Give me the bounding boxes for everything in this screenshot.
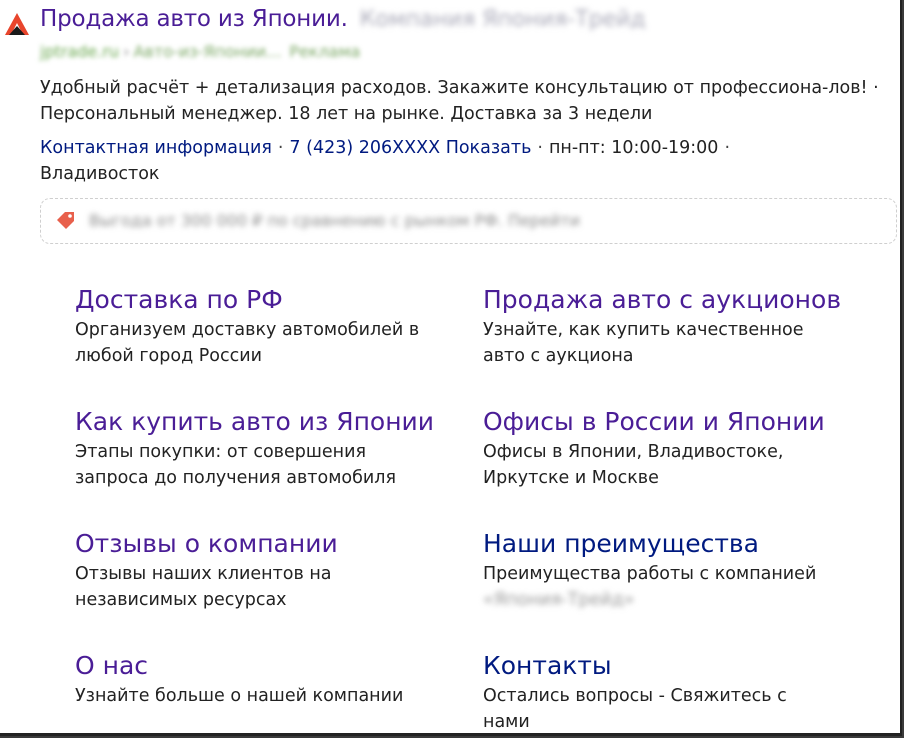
sitelink-desc: Офисы в Японии, Владивостоке, Иркутске и…: [483, 442, 784, 488]
ad-contacts: Контактная информация · 7 (423) 206XXXX По…: [40, 135, 895, 187]
sitelink-title[interactable]: Продажа авто с аукционов: [483, 285, 883, 315]
city-label: Владивосток: [40, 164, 160, 184]
sitelink-how-to-buy: Как купить авто из Японии Этапы покупки:…: [75, 407, 475, 491]
ad-title-row: Продажа авто из Японии. Компания Япония-Т…: [40, 6, 646, 32]
url-separator: ›: [123, 42, 130, 61]
sitelink-offices: Офисы в России и Японии Офисы в Японии, …: [483, 407, 883, 491]
separator-dot: ·: [277, 138, 284, 158]
sitelink-desc: Преимущества работы с компанией «Япония-…: [483, 561, 883, 613]
separator-dot: ·: [724, 138, 731, 158]
ad-label: Реклама: [289, 42, 361, 61]
sitelink-title[interactable]: Как купить авто из Японии: [75, 407, 475, 437]
sitelink-desc: Этапы покупки: от совершения запроса до …: [75, 442, 396, 488]
ad-title-link[interactable]: Продажа авто из Японии.: [40, 6, 348, 32]
ad-title-company-blurred: Компания Япония-Трейд: [359, 7, 646, 32]
sitelink-desc: Организуем доставку автомобилей в любой …: [75, 320, 420, 366]
sitelink-desc: Отзывы наших клиентов на независимых рес…: [75, 564, 332, 610]
sitelink-title[interactable]: Офисы в России и Японии: [483, 407, 883, 437]
promo-banner[interactable]: Выгода от 300 000 ₽ по сравнению с рынко…: [40, 198, 897, 244]
show-phone-button[interactable]: Показать: [446, 138, 532, 158]
separator-dot: ·: [537, 138, 543, 158]
sitelink-desc-text: Преимущества работы с компанией: [483, 564, 817, 584]
working-hours: пн-пт: 10:00-19:00: [548, 138, 719, 158]
sitelink-desc: Узнайте, как купить качественное авто с …: [483, 320, 804, 366]
sitelink-delivery: Доставка по РФ Организуем доставку автом…: [75, 285, 475, 369]
ad-url-row[interactable]: jptrade.ru › Авто-из-Японии... Реклама: [40, 42, 360, 61]
sitelink-about: О нас Узнайте больше о нашей компании: [75, 651, 475, 709]
phone-link[interactable]: 7 (423) 206XXXX: [289, 138, 440, 158]
sitelink-title[interactable]: Отзывы о компании: [75, 529, 475, 559]
sitelink-title[interactable]: О нас: [75, 651, 475, 681]
sitelink-reviews: Отзывы о компании Отзывы наших клиентов …: [75, 529, 475, 613]
sitelink-desc: Узнайте больше о нашей компании: [75, 686, 404, 706]
company-logo-icon: [5, 13, 29, 35]
sitelink-title[interactable]: Наши преимущества: [483, 529, 883, 559]
sitelink-title[interactable]: Контакты: [483, 651, 883, 681]
ad-url-path[interactable]: Авто-из-Японии...: [133, 42, 281, 61]
sitelink-auctions: Продажа авто с аукционов Узнайте, как ку…: [483, 285, 883, 369]
sitelink-title[interactable]: Доставка по РФ: [75, 285, 475, 315]
ad-url-domain[interactable]: jptrade.ru: [40, 42, 119, 61]
ad-description: Удобный расчёт + детализация расходов. З…: [40, 78, 879, 124]
promo-text: Выгода от 300 000 ₽ по сравнению с рынко…: [89, 211, 581, 230]
sitelink-desc: Остались вопросы - Свяжитесь с нами: [483, 686, 787, 732]
price-tag-icon: [57, 212, 74, 229]
search-ad-card: Продажа авто из Японии. Компания Япония-Т…: [0, 0, 902, 736]
sitelink-advantages: Наши преимущества Преимущества работы с …: [483, 529, 883, 613]
contact-info-link[interactable]: Контактная информация: [40, 138, 272, 158]
sitelink-contacts: Контакты Остались вопросы - Свяжитесь с …: [483, 651, 883, 733]
sitelink-desc-company-blurred: «Япония-Трейд»: [483, 590, 635, 610]
